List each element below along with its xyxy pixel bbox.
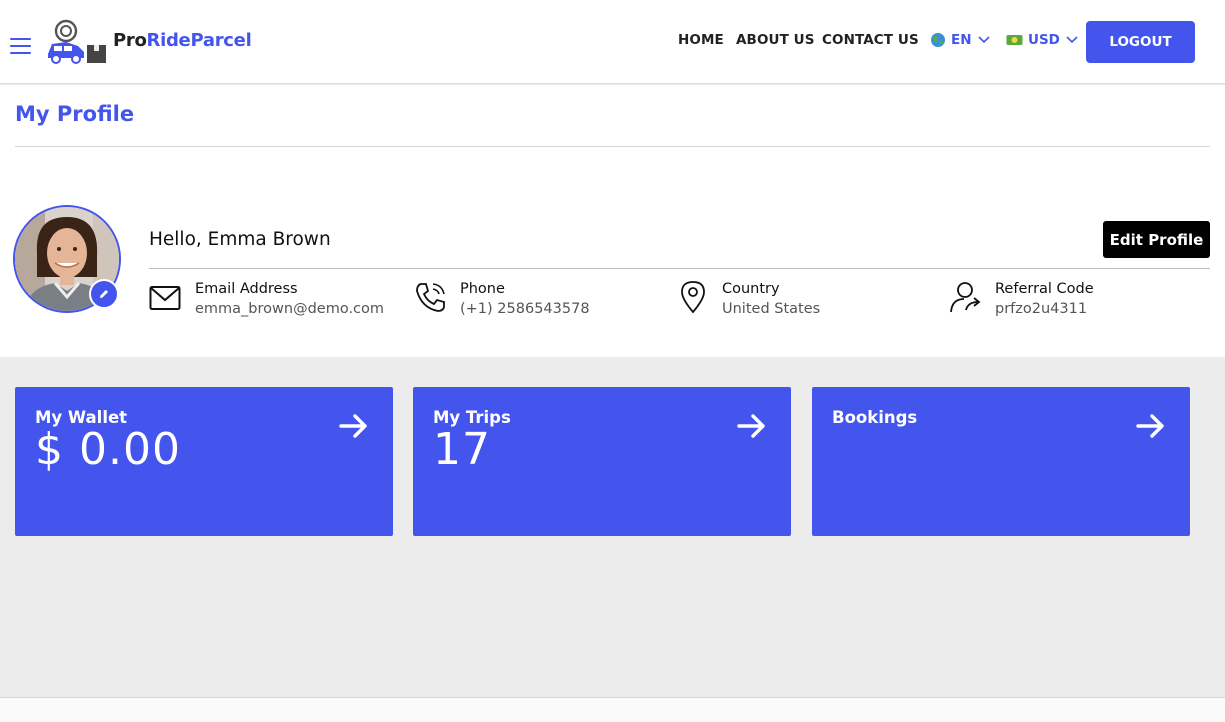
logo-icon[interactable] [44, 18, 108, 66]
info-label: Country [722, 281, 780, 297]
arrow-right-icon [737, 414, 765, 438]
currency-selector[interactable]: USD [1006, 32, 1079, 48]
info-value: prfzo2u4311 [995, 301, 1088, 317]
menu-icon[interactable] [10, 38, 31, 55]
language-label: EN [951, 32, 972, 48]
info-email: Email Address emma_brown@demo.com [149, 280, 384, 320]
chevron-down-icon [977, 36, 990, 44]
arrow-right-icon [1136, 414, 1164, 438]
card-my-wallet[interactable]: My Wallet $ 0.00 [15, 387, 393, 536]
chevron-down-icon [1066, 36, 1078, 44]
title-divider [15, 146, 1210, 147]
phone-icon [416, 283, 445, 312]
brand-name[interactable]: ProRideParcel [113, 30, 252, 51]
info-value: United States [722, 301, 821, 317]
location-pin-icon [681, 281, 705, 314]
globe-icon [931, 33, 945, 47]
info-label: Referral Code [995, 281, 1094, 297]
info-value: (+1) 2586543578 [460, 301, 590, 317]
banknote-icon [1006, 35, 1023, 45]
mail-icon [149, 286, 181, 310]
nav-about-us[interactable]: ABOUT US [736, 32, 815, 48]
footer [0, 697, 1225, 722]
pencil-icon [100, 290, 108, 298]
card-value: $ 0.00 [35, 424, 181, 475]
info-referral-code: Referral Code prfzo2u4311 [949, 280, 1094, 320]
info-phone: Phone (+1) 2586543578 [414, 280, 590, 320]
info-divider [149, 268, 1210, 269]
top-header: ProRideParcel HOME ABOUT US CONTACT US E… [0, 0, 1225, 84]
nav-home[interactable]: HOME [678, 32, 724, 48]
info-label: Phone [460, 281, 505, 297]
info-value: emma_brown@demo.com [195, 301, 385, 317]
card-bookings[interactable]: Bookings [812, 387, 1190, 536]
user-share-icon [950, 282, 981, 313]
edit-profile-button[interactable]: Edit Profile [1103, 221, 1210, 258]
brand-name-part2: RideParcel [146, 30, 252, 51]
greeting: Hello, Emma Brown [149, 229, 331, 250]
card-my-trips[interactable]: My Trips 17 [413, 387, 791, 536]
language-selector[interactable]: EN [930, 32, 991, 48]
card-title: Bookings [832, 408, 918, 427]
nav-contact-us[interactable]: CONTACT US [822, 32, 919, 48]
card-value: 17 [433, 424, 491, 475]
brand-name-part1: Pro [113, 30, 147, 51]
edit-avatar-button[interactable] [89, 279, 119, 309]
info-country: Country United States [676, 280, 820, 320]
currency-label: USD [1028, 32, 1060, 48]
logout-button[interactable]: LOGOUT [1086, 21, 1195, 63]
page-title: My Profile [15, 102, 135, 126]
arrow-right-icon [339, 414, 367, 438]
info-label: Email Address [195, 281, 298, 297]
